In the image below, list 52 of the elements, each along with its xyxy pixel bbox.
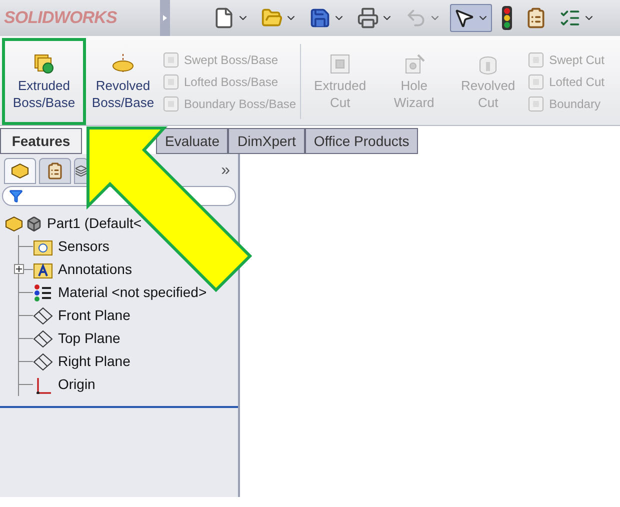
tree-item[interactable]: Front Plane — [58, 305, 130, 326]
feature-icon — [162, 50, 180, 68]
more-tabs-chevron[interactable]: » — [221, 159, 230, 183]
traffic-light-icon — [501, 6, 513, 30]
sensor-folder-icon — [33, 238, 53, 256]
extruded-cut-icon — [329, 52, 352, 74]
tab[interactable]: Features — [0, 128, 82, 154]
new-file-icon — [213, 7, 235, 29]
feature-icon — [527, 94, 546, 112]
material-icon — [33, 284, 53, 302]
filter-icon — [9, 189, 23, 203]
tab[interactable]: Office Products — [304, 128, 418, 154]
undo-icon — [405, 7, 427, 29]
panel-tab[interactable] — [39, 158, 71, 184]
expand-toggle-icon[interactable] — [14, 264, 24, 274]
plane-icon — [33, 330, 53, 348]
feature-tree-icon — [10, 162, 30, 180]
caret-icon — [163, 15, 167, 21]
printer-icon — [357, 7, 379, 29]
feature-icon — [527, 72, 546, 90]
part-icon — [26, 216, 42, 232]
toolbar-button[interactable] — [450, 4, 492, 32]
tree-item[interactable]: Material <not specified> — [58, 282, 207, 303]
tab[interactable]: Evaluate — [156, 128, 228, 154]
menu-expand-handle[interactable] — [160, 0, 170, 36]
tree-item[interactable]: Top Plane — [58, 328, 120, 349]
feature-icon — [527, 50, 546, 68]
tree-item[interactable]: Part1 (Default< — [47, 213, 142, 234]
property-icon — [46, 162, 64, 180]
tab[interactable]: DimXpert — [228, 128, 305, 154]
feature-icon — [162, 72, 180, 90]
plane-icon — [33, 352, 53, 370]
tree-item[interactable]: Origin — [58, 374, 96, 395]
clipboard-icon — [525, 7, 547, 29]
logo: SOLIDWORKS — [4, 7, 117, 30]
save-icon — [309, 7, 331, 29]
panel-tab[interactable] — [4, 158, 36, 184]
panel-tab[interactable] — [74, 158, 88, 184]
feature-icon — [162, 94, 180, 112]
revolve-icon — [111, 52, 135, 74]
feature-tree-icon — [4, 214, 24, 232]
plane-icon — [33, 306, 53, 324]
tree-item[interactable]: Sensors — [58, 236, 110, 257]
tree-item[interactable]: Annotations — [58, 259, 132, 280]
pointer-icon — [453, 7, 475, 29]
hole-wizard-icon — [403, 52, 426, 74]
tree-item[interactable]: Right Plane — [58, 351, 130, 372]
annotation-folder-icon — [33, 260, 53, 278]
ribbon-button[interactable]: Revolved Boss/Base — [86, 38, 160, 125]
folder-icon — [261, 7, 283, 29]
ribbon-button[interactable]: Extruded Boss/Base — [2, 38, 86, 125]
extrude-icon — [33, 52, 55, 74]
